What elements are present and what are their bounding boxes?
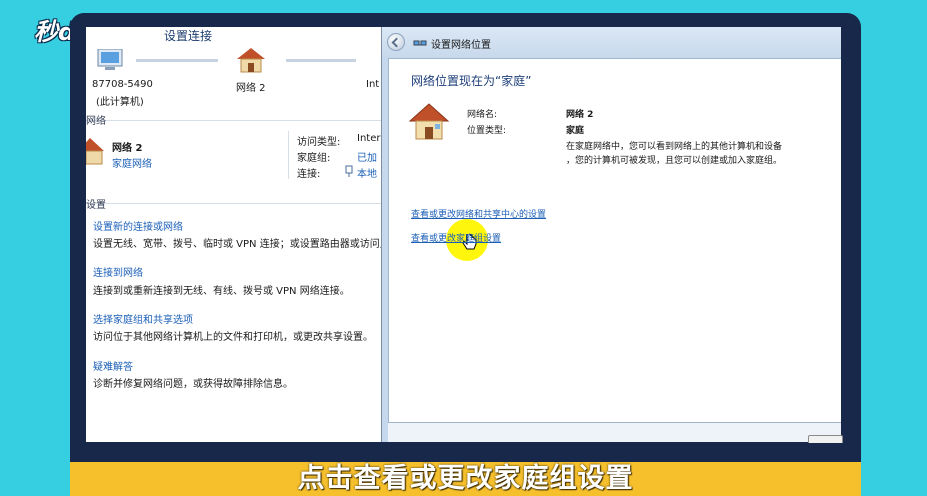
task-desc: 设置无线、宽带、拨号、临时或 VPN 连接；或设置路由器或访问点。 [93,239,400,250]
dialog-heading: 网络位置现在为“家庭” [411,74,532,88]
homegroup-label: 家庭组: [297,153,331,164]
task-desc: 诊断并修复网络问题，或获得故障排除信息。 [93,379,293,390]
task-desc: 连接到或重新连接到无线、有线、拨号或 VPN 网络连接。 [93,286,350,297]
back-arrow-icon[interactable] [387,33,405,51]
task-link-homegroup-sharing[interactable]: 选择家庭组和共享选项 [93,311,193,326]
view-sharing-center-link[interactable]: 查看或更改网络和共享中心的设置 [411,207,546,220]
window-title: 设置连接 [164,29,213,43]
caption-bar: 点击查看或更改家庭组设置 [70,462,861,496]
active-networks-heading: 网络 [86,116,106,127]
dialog-content: 网络位置现在为“家庭” 网络名: 网络 2 位置类型: 家庭 在家庭网络中，您可… [388,58,841,423]
location-type-label: 位置类型: [467,126,507,136]
homegroup-value-link[interactable]: 已加 [357,149,377,164]
connection-label: 连接: [297,169,321,180]
divider [288,131,289,179]
computer-icon [97,49,123,70]
change-settings-heading: 设置 [86,200,106,211]
view-homegroup-settings-link[interactable]: 查看或更改家庭组设置 [411,231,501,244]
ethernet-icon [345,165,353,177]
connection-value-link[interactable]: 本地 [357,165,377,180]
access-type-value: Inter [357,133,381,144]
map-network-label: 网络 2 [236,83,266,94]
task-link-connect-network[interactable]: 连接到网络 [93,264,143,279]
map-connector [136,59,218,62]
network-name-value: 网络 2 [566,110,594,120]
divider [86,203,381,204]
task-link-troubleshoot[interactable]: 疑难解答 [93,358,133,373]
map-connector [286,59,356,62]
location-type-value: 家庭 [566,126,585,136]
dialog-footer-button[interactable] [808,435,843,443]
dialog-titlebar: 设置网络位置 [381,27,841,57]
task-desc: 访问位于其他网络计算机上的文件和打印机，或更改共享设置。 [93,332,373,343]
map-internet-label: Int [366,79,380,90]
computer-name: 87708-5490 [92,79,153,90]
home-network-description-line2: ，您的计算机可被发现，且您可以创建或加入家庭组。 [566,156,783,166]
home-network-description-line1: 在家庭网络中，您可以看到网络上的其他计算机和设备 [566,142,783,152]
access-type-label: 访问类型: [297,137,341,148]
set-network-location-dialog: 设置网络位置 网络位置现在为“家庭” 网络名: 网络 2 位置类型: 家庭 在家… [381,27,841,442]
window-edge [381,27,382,442]
task-link-new-connection[interactable]: 设置新的连接或网络 [93,218,183,233]
home-network-icon [409,103,449,140]
dialog-title: 设置网络位置 [431,40,491,51]
computer-note: (此计算机) [96,97,144,108]
network-location-icon [413,40,427,46]
active-network-name: 网络 2 [112,143,143,154]
network-type-link[interactable]: 家庭网络 [112,155,152,170]
caption-text: 点击查看或更改家庭组设置 [297,463,634,494]
network-house-icon [237,48,265,73]
divider [86,120,381,121]
dialog-footer [388,423,841,442]
desktop-screen: 设置连接 87708-5490 (此计算机) 网络 2 Int 网络 网络 2 … [86,27,841,442]
active-network-icon [86,138,104,165]
network-name-label: 网络名: [467,110,498,120]
network-sharing-center-window: 设置连接 87708-5490 (此计算机) 网络 2 Int 网络 网络 2 … [86,27,400,442]
